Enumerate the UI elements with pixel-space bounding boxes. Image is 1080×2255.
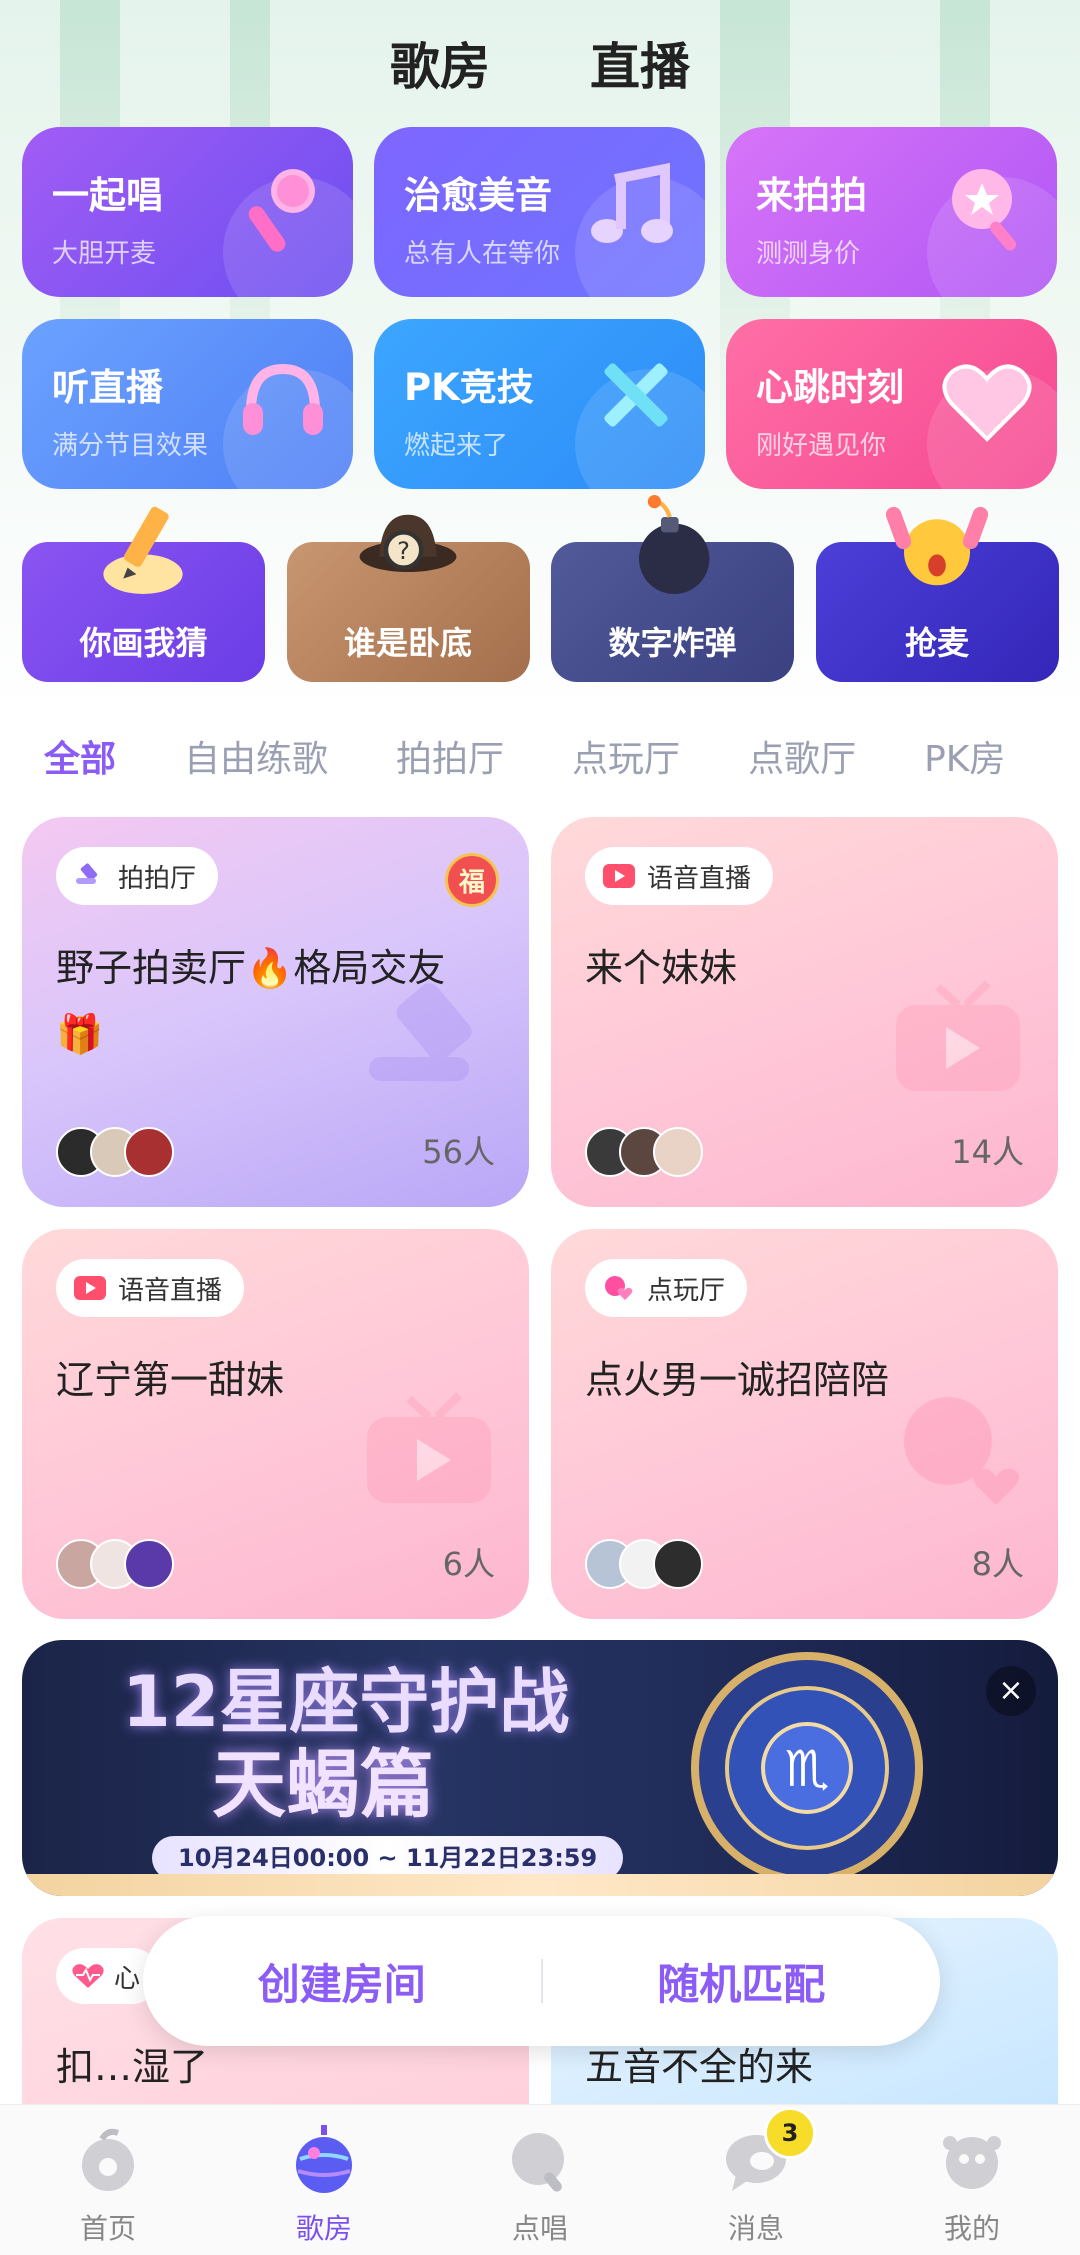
music-note-icon xyxy=(591,162,673,243)
room-tag: 点玩厅 xyxy=(585,1259,748,1317)
nav-label: 我的 xyxy=(943,2212,1000,2245)
game-label: 抢麦 xyxy=(904,624,969,662)
avatar xyxy=(124,1127,174,1177)
home-icon xyxy=(82,2128,134,2191)
category-tabs: 全部 自由练歌 拍拍厅 点玩厅 点歌厅 PK房 xyxy=(44,730,1080,790)
chat-heart-watermark-icon xyxy=(904,1397,1020,1505)
profile-icon xyxy=(943,2136,1001,2189)
room-tag: 语音直播 xyxy=(585,847,774,905)
game-draw-guess[interactable]: 你画我猜 xyxy=(22,505,265,682)
member-avatars xyxy=(56,1539,174,1589)
room-card[interactable]: 语音直播 辽宁第一甜妹 6人 xyxy=(22,1229,529,1619)
room-tag-label: 语音直播 xyxy=(118,1275,223,1306)
category-tab-pk-room[interactable]: PK房 xyxy=(924,730,1005,790)
headphones-icon xyxy=(243,363,323,435)
room-tag-label: 语音直播 xyxy=(647,863,752,894)
game-grab-mic[interactable]: 抢麦 xyxy=(815,505,1059,682)
nav-label: 歌房 xyxy=(295,2212,352,2245)
banner-title: 12星座守护战 xyxy=(122,1661,570,1743)
svg-text:?: ? xyxy=(397,537,410,565)
gavel-watermark-icon xyxy=(369,983,472,1081)
banner-subtitle: 天蝎篇 xyxy=(212,1742,434,1828)
room-tag: 拍拍厅 xyxy=(56,847,219,905)
svg-text:♏: ♏ xyxy=(785,1740,830,1798)
avatar xyxy=(124,1539,174,1589)
room-card[interactable]: 拍拍厅 福 野子拍卖厅🔥格局交友 🎁 56人 xyxy=(22,817,529,1207)
cheering-face-icon xyxy=(885,506,988,586)
feature-card-healing-voice[interactable]: 治愈美音 总有人在等你 xyxy=(374,127,705,297)
member-count: 8人 xyxy=(971,1545,1024,1583)
play-icon xyxy=(74,1276,106,1300)
game-label: 数字炸弹 xyxy=(608,624,737,662)
room-tag-label: 心 xyxy=(114,1963,141,1994)
room-card[interactable]: 语音直播 来个妹妹 14人 xyxy=(551,817,1058,1207)
lucky-bag-icon[interactable]: 福 xyxy=(445,853,499,907)
nav-item-song-room[interactable]: 歌房 xyxy=(216,2105,432,2255)
member-count: 56人 xyxy=(422,1133,495,1171)
room-tag-label: 拍拍厅 xyxy=(118,863,197,894)
member-count: 14人 xyxy=(951,1133,1024,1171)
room-list: 拍拍厅 福 野子拍卖厅🔥格局交友 🎁 56人 语音直播 来个妹妹 14人 语音直… xyxy=(22,817,1058,1619)
avatar xyxy=(653,1127,703,1177)
category-tab-play-hall[interactable]: 点玩厅 xyxy=(572,730,680,790)
member-avatars xyxy=(585,1539,703,1589)
game-undercover[interactable]: 谁是卧底 ? xyxy=(286,505,530,682)
heartbeat-icon xyxy=(72,1964,104,1988)
feature-card-heartbeat[interactable]: 心跳时刻 刚好遇见你 xyxy=(726,319,1057,489)
event-banner[interactable]: ♏ 12星座守护战 天蝎篇 10月24日00:00 ~ 11月22日23:59 … xyxy=(22,1640,1058,1896)
category-tab-song-hall[interactable]: 点歌厅 xyxy=(748,730,856,790)
nav-item-request-song[interactable]: 点唱 xyxy=(432,2105,648,2255)
game-label: 谁是卧底 xyxy=(343,624,472,662)
nav-label: 点唱 xyxy=(511,2212,568,2245)
zodiac-wheel-icon: ♏ xyxy=(691,1652,923,1884)
tab-live[interactable]: 直播 xyxy=(590,22,690,112)
gavel-icon xyxy=(76,863,98,884)
play-icon xyxy=(603,864,635,888)
tv-watermark-icon xyxy=(896,980,1020,1091)
detective-hat-icon: ? xyxy=(359,514,457,572)
close-icon[interactable]: × xyxy=(986,1666,1036,1716)
member-count: 6人 xyxy=(442,1545,495,1583)
chat-heart-icon xyxy=(605,1276,633,1300)
feature-card-pk[interactable]: PK竞技 燃起来了 xyxy=(374,319,705,489)
category-tab-paipai-hall[interactable]: 拍拍厅 xyxy=(396,730,504,790)
avatar xyxy=(653,1539,703,1589)
room-tag-label: 点玩厅 xyxy=(647,1275,726,1306)
paddle-icon xyxy=(952,169,1017,251)
unread-badge: 3 xyxy=(764,2107,816,2159)
nav-item-profile[interactable]: 我的 xyxy=(864,2105,1080,2255)
feature-card-sing-together[interactable]: 一起唱 大胆开麦 xyxy=(22,127,353,297)
feature-card-paipai[interactable]: 来拍拍 测测身价 xyxy=(726,127,1057,297)
room-card[interactable]: 点玩厅 点火男一诚招陪陪 8人 xyxy=(551,1229,1058,1619)
request-song-icon xyxy=(512,2133,564,2192)
feature-card-listen-live[interactable]: 听直播 满分节目效果 xyxy=(22,319,353,489)
member-avatars xyxy=(585,1127,703,1177)
bottom-nav: 首页 歌房 点唱 消息 3 我的 xyxy=(0,2104,1080,2255)
pencil-icon xyxy=(103,506,183,594)
nav-item-messages[interactable]: 消息 3 xyxy=(648,2105,864,2255)
member-avatars xyxy=(56,1127,174,1177)
game-row: 你画我猜 谁是卧底 ? 数字炸弹 抢麦 xyxy=(22,495,1059,682)
room-tag: 语音直播 xyxy=(56,1259,245,1317)
bomb-icon xyxy=(639,495,710,594)
nav-label: 首页 xyxy=(79,2212,136,2245)
game-number-bomb[interactable]: 数字炸弹 xyxy=(551,495,794,682)
room-title: 扣…湿了 xyxy=(56,2045,209,2089)
tv-watermark-icon xyxy=(367,1392,491,1503)
crossed-swords-icon xyxy=(604,363,668,427)
microphone-icon xyxy=(248,169,315,252)
disco-ball-icon xyxy=(296,2125,352,2193)
random-match-button[interactable]: 随机匹配 xyxy=(543,1951,941,2012)
top-tab-bar: 歌房 直播 xyxy=(0,22,1080,112)
category-tab-free-practice[interactable]: 自由练歌 xyxy=(184,730,328,790)
heart-icon xyxy=(942,364,1032,442)
tab-song-room[interactable]: 歌房 xyxy=(390,22,490,112)
game-label: 你画我猜 xyxy=(79,624,208,662)
nav-label: 消息 xyxy=(727,2212,784,2245)
nav-item-home[interactable]: 首页 xyxy=(0,2105,216,2255)
category-tab-all[interactable]: 全部 xyxy=(44,730,116,790)
room-action-bar: 创建房间 随机匹配 xyxy=(143,1916,940,2046)
create-room-button[interactable]: 创建房间 xyxy=(143,1951,541,2012)
feature-grid: 一起唱 大胆开麦 治愈美音 总有人在等你 来拍拍 测测身价 听直播 满分节目效果 xyxy=(22,127,1058,489)
